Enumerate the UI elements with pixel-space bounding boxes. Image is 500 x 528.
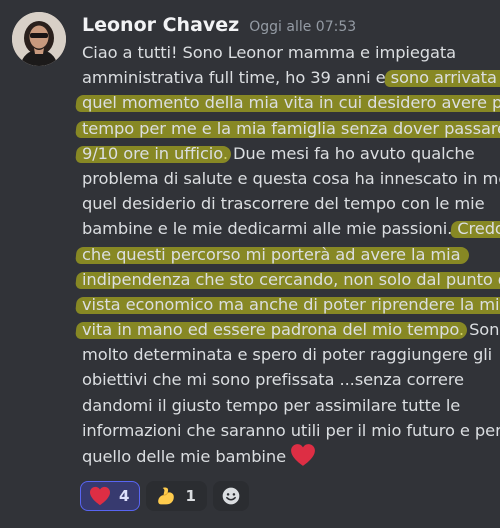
message-line: obiettivi che mi sono prefissata ...senz… xyxy=(82,367,494,392)
message-line: tempo per me e la mia famiglia senza dov… xyxy=(82,116,500,141)
message-text: quel desiderio di trascorrere del tempo … xyxy=(82,194,485,214)
avatar-photo xyxy=(12,12,66,66)
highlighted-text: quel momento della mia vita in cui desid… xyxy=(82,93,500,112)
username[interactable]: Leonor Chavez xyxy=(82,14,239,36)
message-text: Ciao a tutti! Sono Leonor mamma e impieg… xyxy=(82,43,457,62)
message-line: problema di salute e questa cosa ha inne… xyxy=(82,166,500,191)
highlighted-text: sono arrivata a xyxy=(391,68,500,87)
user-avatar[interactable] xyxy=(12,12,66,66)
reaction-flexed-biceps[interactable]: 1 xyxy=(146,481,207,511)
message-text: . Due mesi fa ho avuto qualche xyxy=(222,143,475,163)
message-line: 9/10 ore in ufficio. Due mesi fa ho avut… xyxy=(82,141,494,166)
red-heart-icon xyxy=(291,444,315,466)
message-text: molto determinata e spero di poter raggi… xyxy=(82,345,493,365)
message-text: quello delle mie bambine xyxy=(82,447,286,466)
message-text: dandomi il giusto tempo per assimilare t… xyxy=(82,395,461,415)
message-timestamp: Oggi alle 07:53 xyxy=(249,19,357,35)
smiley-add-icon xyxy=(222,487,240,505)
highlighted-text: 9/10 ore in ufficio xyxy=(82,143,223,163)
message-line: quel desiderio di trascorrere del tempo … xyxy=(82,191,494,216)
message-text: bambine e le mie dedicarmi alle mie pass… xyxy=(82,219,458,239)
message-text: informazioni che saranno utili per il mi… xyxy=(82,420,500,440)
chat-message: Leonor Chavez Oggi alle 07:53 Ciao a tut… xyxy=(0,0,500,528)
reaction-count: 1 xyxy=(185,487,196,505)
message-line: vita in mano ed essere padrona del mio t… xyxy=(82,317,500,342)
add-reaction-button[interactable] xyxy=(212,481,249,511)
highlighted-text: che questi percorso mi porterà ad avere … xyxy=(82,244,461,264)
message-line: indipendenza che sto cercando, non solo … xyxy=(82,267,500,292)
reaction-count: 4 xyxy=(119,487,130,505)
message-line: molto determinata e spero di poter raggi… xyxy=(82,342,494,367)
highlighted-text: tempo per me e la mia famiglia senza dov… xyxy=(82,119,500,138)
highlighted-text: indipendenza che sto cercando, non solo … xyxy=(82,270,500,289)
message-body: Ciao a tutti! Sono Leonor mamma e impieg… xyxy=(82,40,500,468)
message-line: bambine e le mie dedicarmi alle mie pass… xyxy=(82,216,500,241)
reaction-heart[interactable]: 4 xyxy=(80,481,141,511)
message-line: Ciao a tutti! Sono Leonor mamma e impieg… xyxy=(82,40,494,65)
message-text: obiettivi che mi sono prefissata ...senz… xyxy=(82,370,464,390)
highlighted-text: vista economico ma anche di poter ripren… xyxy=(82,295,500,314)
message-line: quel momento della mia vita in cui desid… xyxy=(82,90,500,115)
message-text: amministrativa full time, ho 39 anni e xyxy=(82,68,391,88)
highlighted-text: Credo xyxy=(457,219,500,238)
message-line: amministrativa full time, ho 39 anni e s… xyxy=(82,65,500,90)
message-header: Leonor Chavez Oggi alle 07:53 xyxy=(82,14,356,42)
message-line: informazioni che saranno utili per il mi… xyxy=(82,418,500,443)
message-line: vista economico ma anche di poter ripren… xyxy=(82,292,500,317)
flexed-biceps-icon xyxy=(158,487,175,505)
message-line: che questi percorso mi porterà ad avere … xyxy=(82,242,494,267)
highlighted-text: vita in mano ed essere padrona del mio t… xyxy=(82,320,459,340)
red-heart-icon xyxy=(90,486,110,506)
message-line: quello delle mie bambine xyxy=(82,443,494,468)
reactions-bar: 4 1 xyxy=(80,481,249,511)
message-line: dandomi il giusto tempo per assimilare t… xyxy=(82,393,494,418)
message-text: problema di salute e questa cosa ha inne… xyxy=(82,168,500,188)
